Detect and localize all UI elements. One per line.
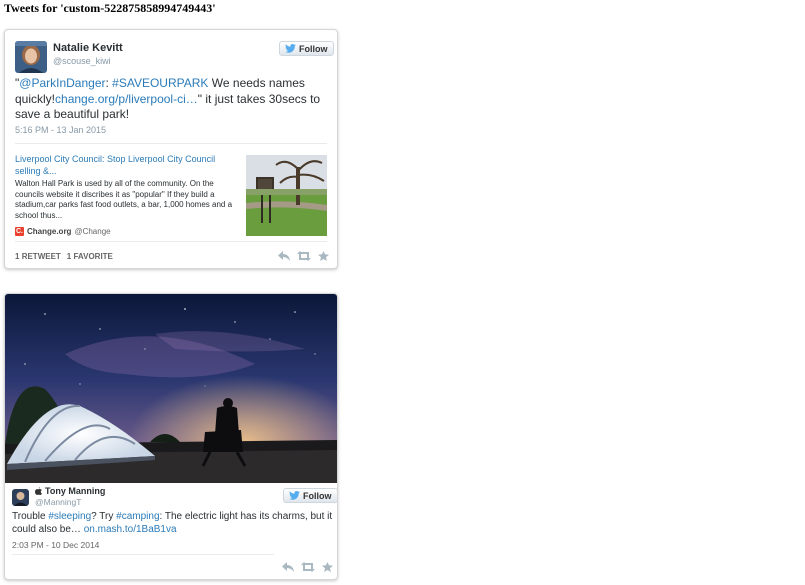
follow-label: Follow <box>303 490 332 501</box>
twitter-bird-icon <box>285 44 296 53</box>
url-link[interactable]: change.org/p/liverpool-ci… <box>55 92 198 106</box>
follow-button[interactable]: Follow <box>279 41 334 56</box>
tweet-text-segment: ? Try <box>91 511 117 522</box>
card-link-title[interactable]: Liverpool City Council: Stop Liverpool C… <box>15 153 237 177</box>
change-org-logo-icon: C. <box>15 227 24 236</box>
retweet-count[interactable]: 1 RETWEET <box>15 252 61 261</box>
divider <box>15 143 327 144</box>
hashtag-link[interactable]: #SAVEOURPARK <box>112 76 208 90</box>
apple-icon <box>35 487 42 495</box>
reply-icon[interactable] <box>282 562 294 572</box>
tweet-card: Natalie Kevitt @scouse_kiwi Follow "@Par… <box>4 29 338 269</box>
tweet-card: Tony Manning @ManningT Follow Trouble #s… <box>4 293 338 580</box>
avatar[interactable] <box>12 489 29 506</box>
divider <box>12 554 274 555</box>
author-handle[interactable]: @ManningT <box>35 497 81 507</box>
avatar[interactable] <box>15 41 47 73</box>
tweet-actions <box>282 562 333 572</box>
favorite-count[interactable]: 1 FAVORITE <box>67 252 113 261</box>
tweet-text: "@ParkInDanger: #SAVEOURPARK We needs na… <box>15 76 329 123</box>
tweet-photo[interactable] <box>5 294 337 483</box>
tweet-text: Trouble #sleeping? Try #camping: The ele… <box>12 510 334 536</box>
author-name[interactable]: Tony Manning <box>45 486 105 496</box>
mention-link[interactable]: @ParkInDanger <box>19 76 105 90</box>
url-link[interactable]: on.mash.to/1BaB1va <box>84 524 177 535</box>
card-thumbnail[interactable] <box>246 155 327 236</box>
author-name[interactable]: Natalie Kevitt <box>53 42 123 54</box>
author-handle[interactable]: @scouse_kiwi <box>53 56 111 66</box>
card-source[interactable]: C. Change.org @Change <box>15 227 111 236</box>
divider <box>15 241 327 242</box>
card-source-handle: @Change <box>74 227 111 236</box>
retweet-icon[interactable] <box>297 251 311 261</box>
page-title: Tweets for 'custom-522875858994749443' <box>4 1 216 15</box>
tweet-actions <box>278 251 329 261</box>
hashtag-link[interactable]: #sleeping <box>48 511 91 522</box>
tweet-timestamp[interactable]: 5:16 PM - 13 Jan 2015 <box>15 125 106 135</box>
card-description: Walton Hall Park is used by all of the c… <box>15 179 233 221</box>
retweet-icon[interactable] <box>301 562 315 572</box>
follow-label: Follow <box>299 43 328 54</box>
tweet-timestamp[interactable]: 2:03 PM - 10 Dec 2014 <box>12 540 99 550</box>
card-source-name: Change.org <box>27 227 72 236</box>
tweet-stats: 1 RETWEET 1 FAVORITE <box>15 252 113 261</box>
reply-icon[interactable] <box>278 251 290 261</box>
twitter-bird-icon <box>289 491 300 500</box>
tweet-text-segment: Trouble <box>12 511 49 522</box>
favorite-icon[interactable] <box>322 562 333 572</box>
hashtag-link[interactable]: #camping <box>116 511 159 522</box>
favorite-icon[interactable] <box>318 251 329 261</box>
follow-button[interactable]: Follow <box>283 488 337 503</box>
